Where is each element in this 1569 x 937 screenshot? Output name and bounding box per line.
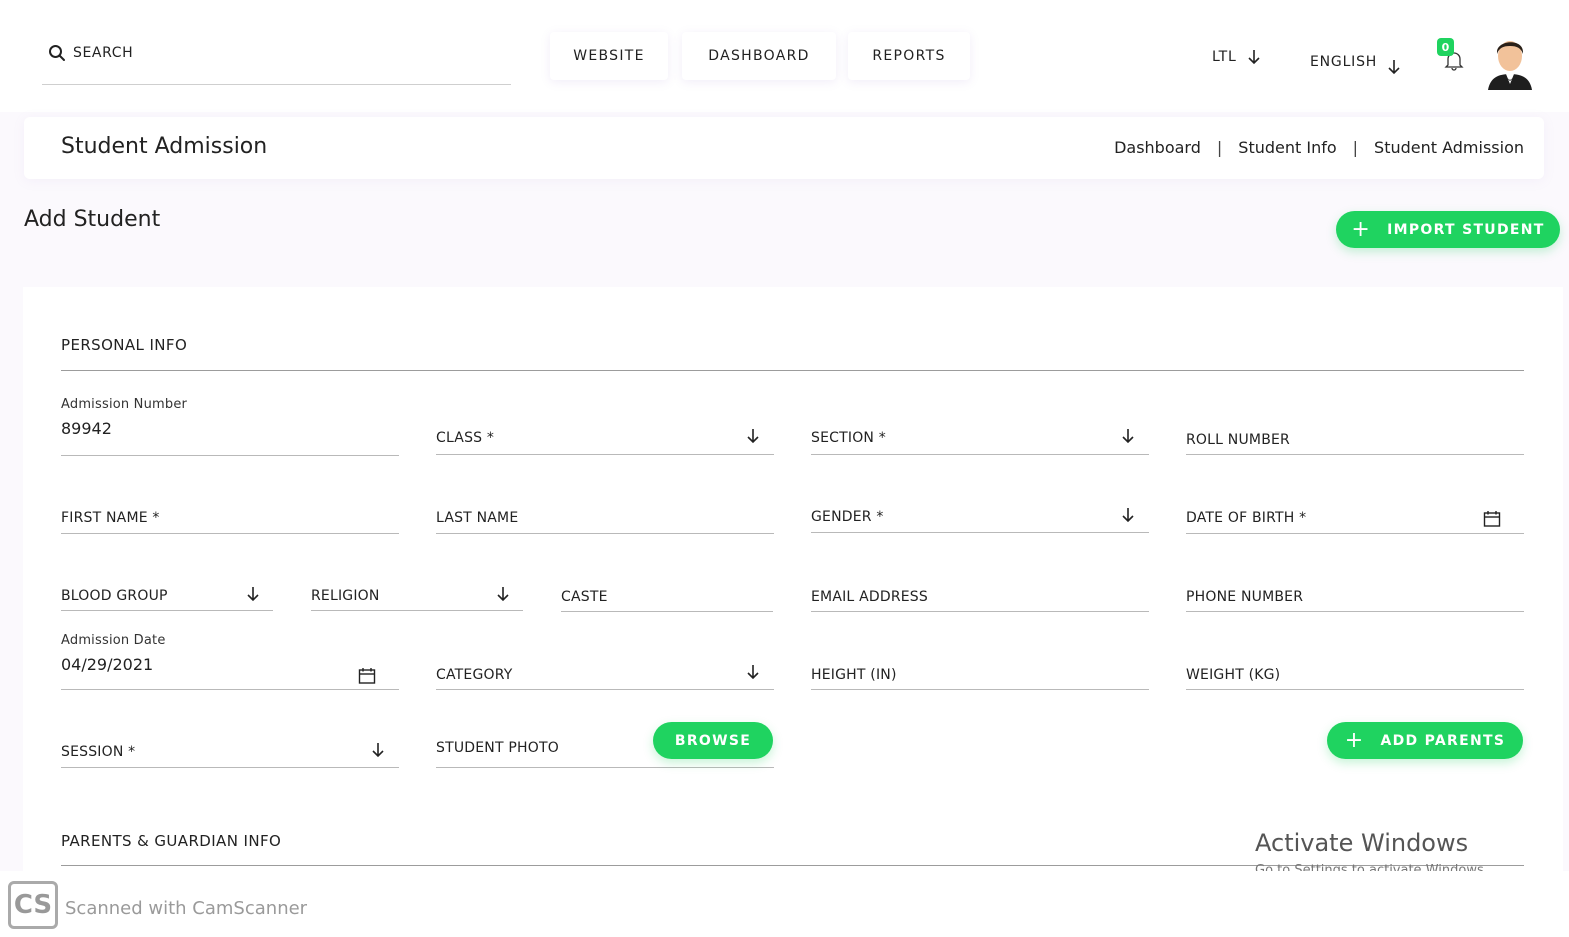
email-field[interactable] [811,611,1149,612]
search-icon [49,45,65,61]
student-photo-label: STUDENT PHOTO [436,740,559,756]
scanner-footer: CS Scanned with CamScanner [0,871,1569,937]
email-label: EMAIL ADDRESS [811,589,928,605]
search-placeholder: SEARCH [73,45,134,61]
arrow-down-icon [1388,60,1400,75]
school-selector-label: LTL [1212,49,1237,65]
nav-reports-button[interactable]: REPORTS [848,32,970,80]
top-bar: SEARCH WEBSITE DASHBOARD REPORTS LTL ENG… [0,0,1569,112]
calendar-icon[interactable] [358,667,376,684]
weight-field[interactable] [1186,689,1524,690]
height-field[interactable] [811,689,1149,690]
search-input[interactable]: SEARCH [42,36,511,85]
activate-windows-subtext: Go to Settings to activate Windows. [1255,863,1488,871]
phone-label: PHONE NUMBER [1186,589,1304,605]
section-heading: Add Student [24,207,161,232]
camscanner-logo: CS [8,881,58,929]
import-student-button[interactable]: + IMPORT STUDENT [1336,211,1560,248]
add-parents-label: ADD PARENTS [1380,732,1506,749]
roll-number-label: ROLL NUMBER [1186,432,1290,448]
plus-icon: + [1351,216,1372,242]
breadcrumb-separator: | [1216,138,1223,157]
gender-select[interactable] [811,532,1149,533]
arrow-down-icon [1248,50,1260,65]
arrow-down-icon[interactable] [746,428,760,444]
blood-group-select[interactable] [61,610,273,611]
page-header: Student Admission Dashboard | Student In… [24,117,1544,179]
admission-number-field[interactable] [61,455,399,456]
section-select[interactable] [811,454,1149,455]
calendar-icon[interactable] [1483,510,1501,527]
caste-field[interactable] [561,611,773,612]
dob-field[interactable] [1186,533,1524,534]
nav-website-button[interactable]: WEBSITE [550,32,668,80]
admission-number-label: Admission Number [61,397,188,412]
notification-badge: 0 [1437,38,1454,56]
breadcrumb: Dashboard | Student Info | Student Admis… [1114,138,1524,157]
arrow-down-icon[interactable] [1121,428,1135,444]
breadcrumb-separator: | [1352,138,1359,157]
breadcrumb-student-admission[interactable]: Student Admission [1374,138,1524,157]
personal-info-title: PERSONAL INFO [61,336,188,354]
weight-label: WEIGHT (KG) [1186,667,1281,683]
last-name-label: LAST NAME [436,510,519,526]
student-form [23,287,1563,877]
add-parents-button[interactable]: + ADD PARENTS [1327,722,1523,759]
language-selector-label: ENGLISH [1310,54,1378,70]
session-select[interactable] [61,767,399,768]
user-avatar[interactable] [1484,32,1536,90]
school-selector[interactable]: LTL [1212,49,1261,65]
activate-windows-watermark: Activate Windows [1255,829,1469,857]
blood-group-label: BLOOD GROUP [61,588,168,604]
section-label: SECTION * [811,430,886,446]
arrow-down-icon[interactable] [746,664,760,680]
arrow-down-icon[interactable] [371,742,385,758]
import-student-label: IMPORT STUDENT [1387,221,1545,238]
height-label: HEIGHT (IN) [811,667,897,683]
nav-dashboard-button[interactable]: DASHBOARD [682,32,836,80]
arrow-down-icon[interactable] [1121,507,1135,523]
session-label: SESSION * [61,744,136,760]
admission-number-value[interactable]: 89942 [61,419,112,438]
admission-date-field[interactable] [61,689,399,690]
dob-label: DATE OF BIRTH * [1186,510,1307,526]
category-label: CATEGORY [436,667,513,683]
divider [61,370,1524,371]
arrow-down-icon[interactable] [496,586,510,602]
arrow-down-icon[interactable] [246,586,260,602]
first-name-label: FIRST NAME * [61,510,160,526]
student-photo-field[interactable] [436,767,774,768]
phone-field[interactable] [1186,611,1524,612]
caste-label: CASTE [561,589,608,605]
class-select[interactable] [436,454,774,455]
first-name-field[interactable] [61,533,399,534]
category-select[interactable] [436,689,774,690]
breadcrumb-student-info[interactable]: Student Info [1238,138,1336,157]
camscanner-text: Scanned with CamScanner [65,898,308,919]
admission-date-value[interactable]: 04/29/2021 [61,655,153,674]
religion-label: RELIGION [311,588,380,604]
breadcrumb-dashboard[interactable]: Dashboard [1114,138,1201,157]
browse-button[interactable]: BROWSE [653,722,773,759]
plus-icon: + [1344,727,1365,753]
page-title: Student Admission [61,134,268,159]
parents-info-title: PARENTS & GUARDIAN INFO [61,832,282,850]
language-selector[interactable]: ENGLISH [1310,49,1401,75]
gender-label: GENDER * [811,509,884,525]
class-label: CLASS * [436,430,495,446]
religion-select[interactable] [311,610,523,611]
last-name-field[interactable] [436,533,774,534]
roll-number-field[interactable] [1186,454,1524,455]
admission-date-label: Admission Date [61,633,166,648]
